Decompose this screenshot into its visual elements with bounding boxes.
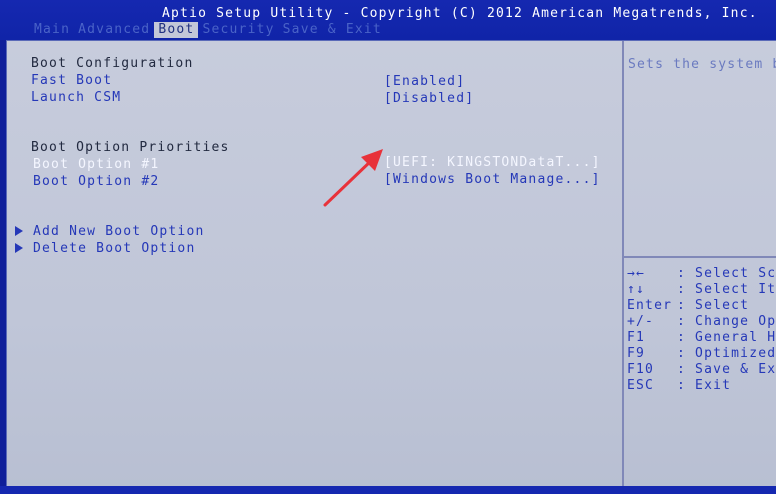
submenu-arrow-icon bbox=[15, 243, 23, 253]
bios-header: Aptio Setup Utility - Copyright (C) 2012… bbox=[0, 0, 776, 40]
help-key: F10 bbox=[627, 362, 655, 377]
boot-option-priorities-heading: Boot Option Priorities bbox=[31, 140, 230, 155]
help-divider bbox=[624, 256, 776, 258]
panel-divider bbox=[622, 41, 624, 494]
help-key-row: F10 : Save & Exi bbox=[627, 362, 776, 378]
tab-main[interactable]: Main bbox=[30, 22, 74, 38]
delete-boot-option[interactable]: Delete Boot Option bbox=[15, 241, 195, 257]
help-key: →← bbox=[627, 266, 646, 281]
launch-csm-value[interactable]: [Disabled] bbox=[384, 91, 474, 107]
add-new-boot-option-label: Add New Boot Option bbox=[33, 224, 205, 239]
help-key-row: +/- : Change Opt bbox=[627, 314, 776, 330]
setup-panel: Boot Configuration Fast Boot [Enabled] L… bbox=[6, 40, 776, 494]
delete-boot-option-label: Delete Boot Option bbox=[33, 241, 196, 256]
help-action: : Select Scr bbox=[677, 266, 776, 281]
boot-option-2-value[interactable]: [Windows Boot Manage...] bbox=[384, 172, 601, 188]
help-key-row: ESC : Exit bbox=[627, 378, 731, 394]
help-key: Enter bbox=[627, 298, 673, 313]
help-description: Sets the system b bbox=[628, 57, 776, 72]
boot-option-1-value[interactable]: [UEFI: KINGSTONDataT...] bbox=[384, 155, 601, 171]
help-key: F1 bbox=[627, 330, 646, 345]
tab-bar: Main Advanced Boot Security Save & Exit bbox=[30, 22, 386, 38]
launch-csm-label[interactable]: Launch CSM bbox=[31, 90, 121, 106]
help-action: : Exit bbox=[677, 378, 732, 393]
help-action: : Change Opt bbox=[677, 314, 776, 329]
help-action: : Save & Exi bbox=[677, 362, 776, 377]
help-key-row: ↑↓ : Select Ite bbox=[627, 282, 776, 298]
tab-advanced[interactable]: Advanced bbox=[74, 22, 154, 38]
help-key: ↑↓ bbox=[627, 282, 646, 297]
tab-boot[interactable]: Boot bbox=[154, 22, 199, 38]
boot-option-1-label[interactable]: Boot Option #1 bbox=[33, 157, 159, 173]
help-key-row: →← : Select Scr bbox=[627, 266, 776, 282]
add-new-boot-option[interactable]: Add New Boot Option bbox=[15, 224, 205, 240]
help-key: +/- bbox=[627, 314, 655, 329]
annotation-arrow-icon bbox=[323, 149, 383, 207]
boot-option-2-label[interactable]: Boot Option #2 bbox=[33, 174, 159, 190]
submenu-arrow-icon bbox=[15, 226, 23, 236]
help-key: F9 bbox=[627, 346, 646, 361]
help-key-row: F9 : Optimized D bbox=[627, 346, 776, 362]
help-action: : Optimized D bbox=[677, 346, 776, 361]
tab-security[interactable]: Security bbox=[198, 22, 278, 38]
help-key-row: Enter : Select bbox=[627, 298, 749, 314]
help-action: : Select bbox=[677, 298, 750, 313]
fast-boot-value[interactable]: [Enabled] bbox=[384, 74, 465, 90]
bios-title: Aptio Setup Utility - Copyright (C) 2012… bbox=[162, 6, 758, 21]
bios-footer bbox=[0, 486, 776, 494]
help-action: : General He bbox=[677, 330, 776, 345]
help-key-row: F1 : General He bbox=[627, 330, 776, 346]
fast-boot-label[interactable]: Fast Boot bbox=[31, 73, 112, 89]
tab-save-exit[interactable]: Save & Exit bbox=[279, 22, 386, 38]
help-action: : Select Ite bbox=[677, 282, 776, 297]
help-key: ESC bbox=[627, 378, 655, 393]
boot-configuration-heading: Boot Configuration bbox=[31, 56, 194, 71]
